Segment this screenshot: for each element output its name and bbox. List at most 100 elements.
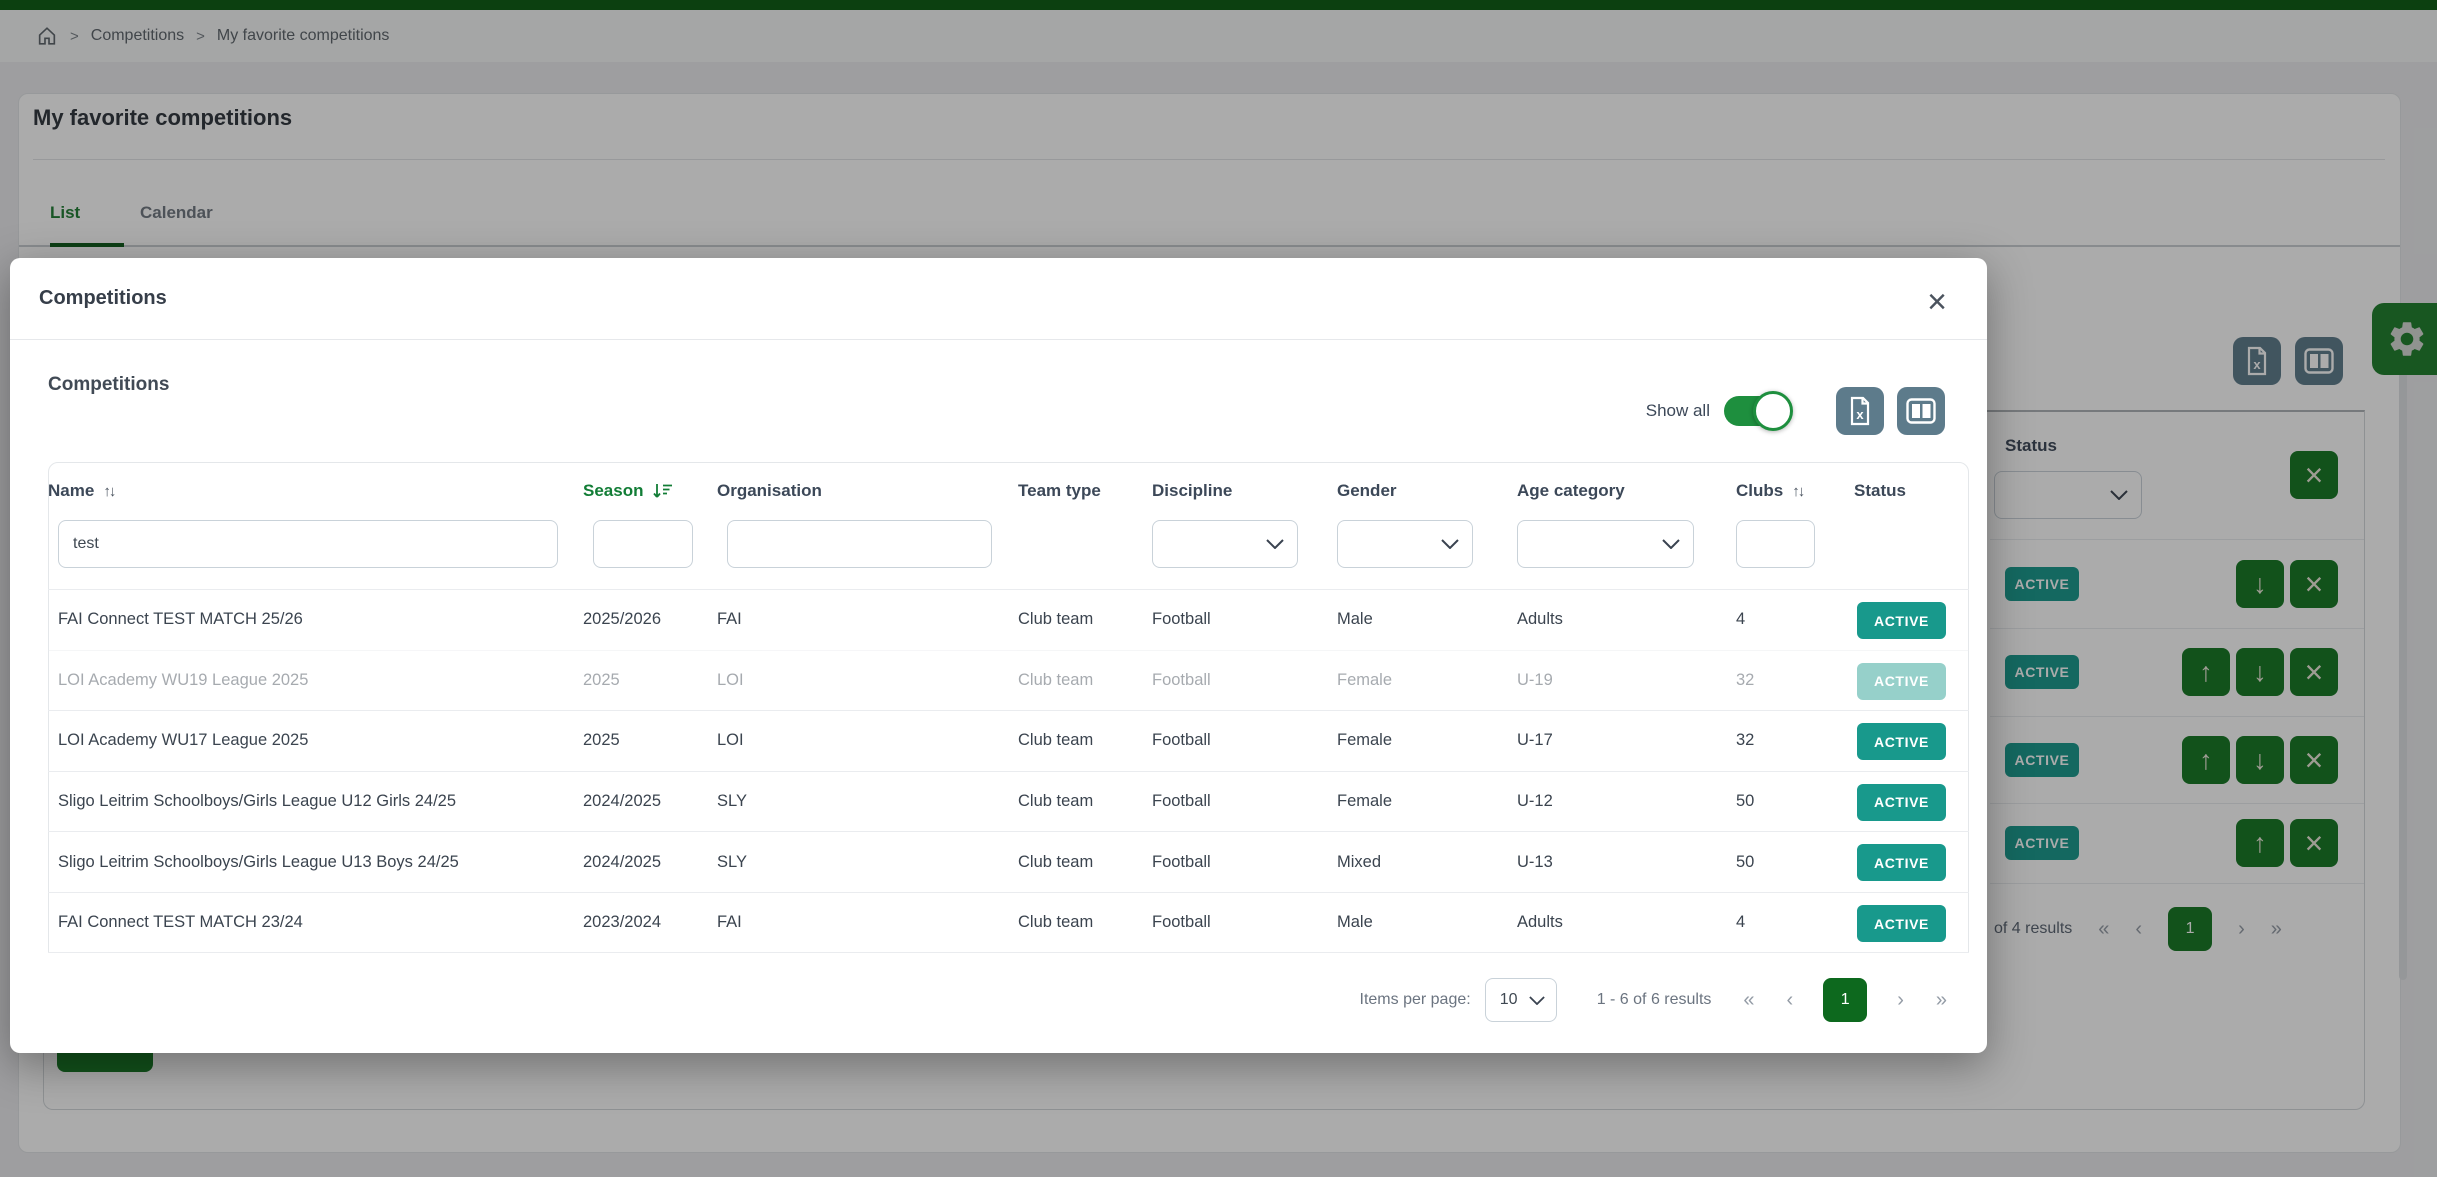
cell-name: LOI Academy WU17 League 2025 bbox=[58, 711, 308, 771]
modal-close-button[interactable]: × bbox=[1915, 280, 1959, 324]
status-badge: ACTIVE bbox=[1857, 663, 1946, 700]
status-badge: ACTIVE bbox=[1857, 844, 1946, 881]
status-badge: ACTIVE bbox=[1857, 723, 1946, 760]
svg-text:x: x bbox=[1856, 407, 1864, 422]
status-badge: ACTIVE bbox=[1857, 784, 1946, 821]
chevron-down-icon bbox=[1662, 539, 1680, 549]
table-header-row: Name↑↓ Season Organisation Team type Dis… bbox=[10, 462, 1987, 520]
items-per-page-value: 10 bbox=[1500, 991, 1518, 1009]
modal-section-title: Competitions bbox=[48, 374, 169, 396]
cell-organisation: SLY bbox=[717, 772, 747, 832]
cell-team-type: Club team bbox=[1018, 590, 1093, 650]
sort-icon: ↑↓ bbox=[1792, 483, 1803, 500]
table-row[interactable]: Sligo Leitrim Schoolboys/Girls League U1… bbox=[48, 771, 1969, 832]
cell-team-type: Club team bbox=[1018, 772, 1093, 832]
column-header-team-type: Team type bbox=[1018, 462, 1101, 520]
cell-name: LOI Academy WU19 League 2025 bbox=[58, 651, 308, 711]
column-header-discipline: Discipline bbox=[1152, 462, 1232, 520]
cell-discipline: Football bbox=[1152, 651, 1211, 711]
show-all-toggle[interactable] bbox=[1724, 396, 1788, 426]
cell-clubs: 50 bbox=[1736, 832, 1754, 892]
cell-season: 2025 bbox=[583, 711, 620, 771]
cell-gender: Mixed bbox=[1337, 832, 1381, 892]
cell-discipline: Football bbox=[1152, 832, 1211, 892]
modal-pagination: Items per page: 10 1 - 6 of 6 results « … bbox=[1360, 978, 1947, 1022]
column-header-gender: Gender bbox=[1337, 462, 1397, 520]
table-row[interactable]: FAI Connect TEST MATCH 23/24 2023/2024 F… bbox=[48, 892, 1969, 953]
sort-desc-icon bbox=[652, 482, 673, 500]
columns-icon bbox=[1906, 398, 1936, 424]
cell-team-type: Club team bbox=[1018, 893, 1093, 952]
cell-name: FAI Connect TEST MATCH 23/24 bbox=[58, 893, 303, 952]
cell-organisation: SLY bbox=[717, 832, 747, 892]
results-count: 1 - 6 of 6 results bbox=[1597, 991, 1712, 1009]
first-page-button[interactable]: « bbox=[1743, 989, 1754, 1012]
cell-name: Sligo Leitrim Schoolboys/Girls League U1… bbox=[58, 832, 459, 892]
screen: > Competitions > My favorite competition… bbox=[0, 0, 2437, 1177]
cell-season: 2023/2024 bbox=[583, 893, 661, 952]
cell-organisation: LOI bbox=[717, 651, 744, 711]
cell-gender: Female bbox=[1337, 711, 1392, 771]
cell-discipline: Football bbox=[1152, 893, 1211, 952]
cell-clubs: 50 bbox=[1736, 772, 1754, 832]
cell-age-category: U-13 bbox=[1517, 832, 1553, 892]
gender-filter-select[interactable] bbox=[1337, 520, 1473, 568]
sort-icon: ↑↓ bbox=[103, 483, 114, 500]
table-filter-row bbox=[10, 520, 1987, 568]
cell-organisation: LOI bbox=[717, 711, 744, 771]
status-badge: ACTIVE bbox=[1857, 905, 1946, 942]
page-number-button[interactable]: 1 bbox=[1823, 978, 1867, 1022]
age-category-filter-select[interactable] bbox=[1517, 520, 1694, 568]
modal-header: Competitions bbox=[10, 258, 1987, 340]
prev-page-button[interactable]: ‹ bbox=[1787, 989, 1794, 1012]
cell-discipline: Football bbox=[1152, 772, 1211, 832]
column-header-name[interactable]: Name↑↓ bbox=[48, 462, 114, 520]
cell-season: 2024/2025 bbox=[583, 832, 661, 892]
cell-name: FAI Connect TEST MATCH 25/26 bbox=[58, 590, 303, 650]
cell-clubs: 4 bbox=[1736, 893, 1745, 952]
cell-discipline: Football bbox=[1152, 590, 1211, 650]
column-header-age-category: Age category bbox=[1517, 462, 1625, 520]
cell-age-category: U-17 bbox=[1517, 711, 1553, 771]
cell-clubs: 32 bbox=[1736, 651, 1754, 711]
chevron-down-icon bbox=[1266, 539, 1284, 549]
name-filter-input[interactable] bbox=[58, 520, 558, 568]
organisation-filter-input[interactable] bbox=[727, 520, 992, 568]
column-header-clubs[interactable]: Clubs↑↓ bbox=[1736, 462, 1803, 520]
competitions-modal: Competitions × Competitions Show all x N… bbox=[10, 258, 1987, 1053]
chevron-down-icon bbox=[1529, 996, 1545, 1005]
cell-gender: Male bbox=[1337, 893, 1373, 952]
cell-season: 2025/2026 bbox=[583, 590, 661, 650]
next-page-button[interactable]: › bbox=[1897, 989, 1904, 1012]
column-header-organisation: Organisation bbox=[717, 462, 822, 520]
table-row[interactable]: LOI Academy WU19 League 2025 2025 LOI Cl… bbox=[48, 650, 1969, 711]
status-badge: ACTIVE bbox=[1857, 602, 1946, 639]
toggle-knob bbox=[1753, 391, 1793, 431]
season-filter-input[interactable] bbox=[593, 520, 693, 568]
cell-season: 2024/2025 bbox=[583, 772, 661, 832]
clubs-filter-input[interactable] bbox=[1736, 520, 1815, 568]
table-row[interactable]: LOI Academy WU17 League 2025 2025 LOI Cl… bbox=[48, 710, 1969, 771]
excel-export-button[interactable]: x bbox=[1836, 387, 1884, 435]
cell-organisation: FAI bbox=[717, 893, 742, 952]
modal-toolbar: Show all x bbox=[1646, 387, 1945, 435]
last-page-button[interactable]: » bbox=[1936, 989, 1947, 1012]
column-header-status: Status bbox=[1854, 462, 1906, 520]
columns-button[interactable] bbox=[1897, 387, 1945, 435]
column-header-season[interactable]: Season bbox=[583, 462, 673, 520]
chevron-down-icon bbox=[1441, 539, 1459, 549]
show-all-label: Show all bbox=[1646, 401, 1710, 421]
items-per-page-select[interactable]: 10 bbox=[1485, 978, 1557, 1022]
discipline-filter-select[interactable] bbox=[1152, 520, 1298, 568]
cell-team-type: Club team bbox=[1018, 832, 1093, 892]
cell-gender: Female bbox=[1337, 651, 1392, 711]
cell-age-category: U-12 bbox=[1517, 772, 1553, 832]
table-row[interactable]: Sligo Leitrim Schoolboys/Girls League U1… bbox=[48, 831, 1969, 892]
cell-clubs: 4 bbox=[1736, 590, 1745, 650]
cell-age-category: Adults bbox=[1517, 893, 1563, 952]
cell-name: Sligo Leitrim Schoolboys/Girls League U1… bbox=[58, 772, 456, 832]
cell-age-category: U-19 bbox=[1517, 651, 1553, 711]
cell-team-type: Club team bbox=[1018, 651, 1093, 711]
excel-file-icon: x bbox=[1848, 396, 1872, 426]
table-row[interactable]: FAI Connect TEST MATCH 25/26 2025/2026 F… bbox=[48, 589, 1969, 650]
